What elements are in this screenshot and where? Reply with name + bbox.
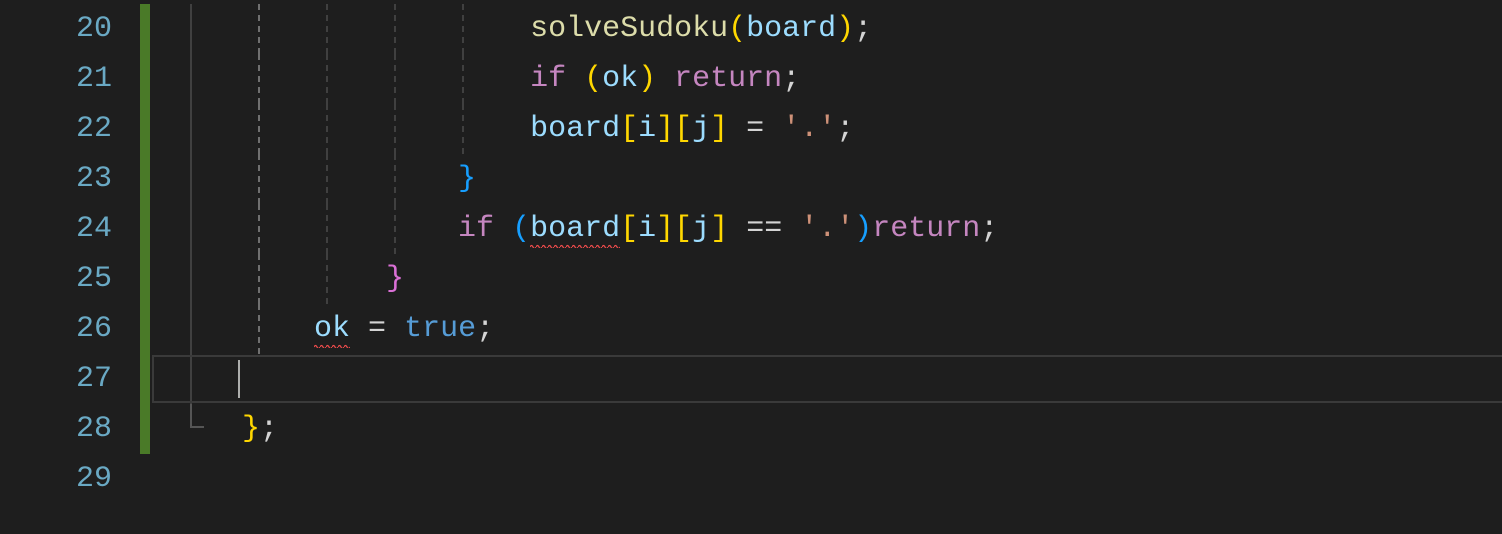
- line-number[interactable]: 29: [0, 454, 140, 504]
- token: [566, 62, 584, 96]
- token: ==: [728, 212, 800, 246]
- token: (: [584, 62, 602, 96]
- line-number[interactable]: 20: [0, 4, 140, 54]
- token: [: [674, 112, 692, 146]
- code-content[interactable]: }: [150, 254, 404, 304]
- dirty-indicator: [140, 4, 150, 54]
- code-content[interactable]: if (board[i][j] == '.')return;: [150, 204, 998, 254]
- code-editor[interactable]: 20 solveSudoku(board);21 if (ok) return;…: [0, 0, 1502, 534]
- token: ok: [314, 312, 350, 348]
- token: ;: [260, 412, 278, 446]
- token: ): [854, 212, 872, 246]
- dirty-indicator: [140, 254, 150, 304]
- token: ]: [656, 112, 674, 146]
- token: ]: [656, 212, 674, 246]
- token: return: [872, 212, 980, 246]
- dirty-indicator: [140, 304, 150, 354]
- token: ;: [476, 312, 494, 346]
- dirty-indicator: [140, 404, 150, 454]
- token: ): [836, 12, 854, 46]
- token: i: [638, 112, 656, 146]
- code-line[interactable]: 27: [0, 354, 1502, 404]
- code-content[interactable]: if (ok) return;: [150, 54, 800, 104]
- token: return: [674, 62, 782, 96]
- token: j: [692, 212, 710, 246]
- token: [: [674, 212, 692, 246]
- code-line[interactable]: 29: [0, 454, 1502, 504]
- dirty-indicator: [140, 104, 150, 154]
- token: ]: [710, 112, 728, 146]
- line-number[interactable]: 22: [0, 104, 140, 154]
- token: board: [530, 112, 620, 146]
- token: }: [386, 262, 404, 296]
- code-line[interactable]: 25 }: [0, 254, 1502, 304]
- line-number[interactable]: 23: [0, 154, 140, 204]
- code-line[interactable]: 28 };: [0, 404, 1502, 454]
- token: ): [638, 62, 656, 96]
- token: }: [458, 162, 476, 196]
- code-content[interactable]: }: [150, 154, 476, 204]
- text-cursor: [238, 360, 240, 398]
- token: '.': [782, 112, 836, 146]
- token: ;: [836, 112, 854, 146]
- token: if: [530, 62, 566, 96]
- token: =: [728, 112, 782, 146]
- current-line-highlight: [152, 355, 1502, 403]
- dirty-indicator: [140, 454, 150, 504]
- dirty-indicator: [140, 54, 150, 104]
- line-number[interactable]: 24: [0, 204, 140, 254]
- dirty-indicator: [140, 354, 150, 404]
- token: ok: [602, 62, 638, 96]
- line-number[interactable]: 27: [0, 354, 140, 404]
- token: ;: [854, 12, 872, 46]
- code-content[interactable]: solveSudoku(board);: [150, 4, 872, 54]
- token: j: [692, 112, 710, 146]
- token: [656, 62, 674, 96]
- code-line[interactable]: 20 solveSudoku(board);: [0, 4, 1502, 54]
- code-line[interactable]: 23 }: [0, 154, 1502, 204]
- code-content[interactable]: [150, 354, 242, 404]
- token: ;: [980, 212, 998, 246]
- code-content[interactable]: board[i][j] = '.';: [150, 104, 854, 154]
- code-line[interactable]: 24 if (board[i][j] == '.')return;: [0, 204, 1502, 254]
- code-content[interactable]: ok = true;: [150, 304, 494, 354]
- token: [: [620, 112, 638, 146]
- dirty-indicator: [140, 204, 150, 254]
- token: i: [638, 212, 656, 246]
- line-number[interactable]: 28: [0, 404, 140, 454]
- code-content[interactable]: };: [150, 404, 278, 454]
- code-line[interactable]: 21 if (ok) return;: [0, 54, 1502, 104]
- token: ;: [782, 62, 800, 96]
- token: =: [350, 312, 404, 346]
- token: }: [242, 412, 260, 446]
- token: [: [620, 212, 638, 246]
- token: [494, 212, 512, 246]
- dirty-indicator: [140, 154, 150, 204]
- token: board: [530, 212, 620, 248]
- token: '.': [800, 212, 854, 246]
- token: true: [404, 312, 476, 346]
- token: (: [512, 212, 530, 246]
- line-number[interactable]: 26: [0, 304, 140, 354]
- token: ]: [710, 212, 728, 246]
- line-number[interactable]: 25: [0, 254, 140, 304]
- token: solveSudoku: [530, 12, 728, 46]
- token: board: [746, 12, 836, 46]
- code-line[interactable]: 22 board[i][j] = '.';: [0, 104, 1502, 154]
- line-number[interactable]: 21: [0, 54, 140, 104]
- token: if: [458, 212, 494, 246]
- code-line[interactable]: 26 ok = true;: [0, 304, 1502, 354]
- token: (: [728, 12, 746, 46]
